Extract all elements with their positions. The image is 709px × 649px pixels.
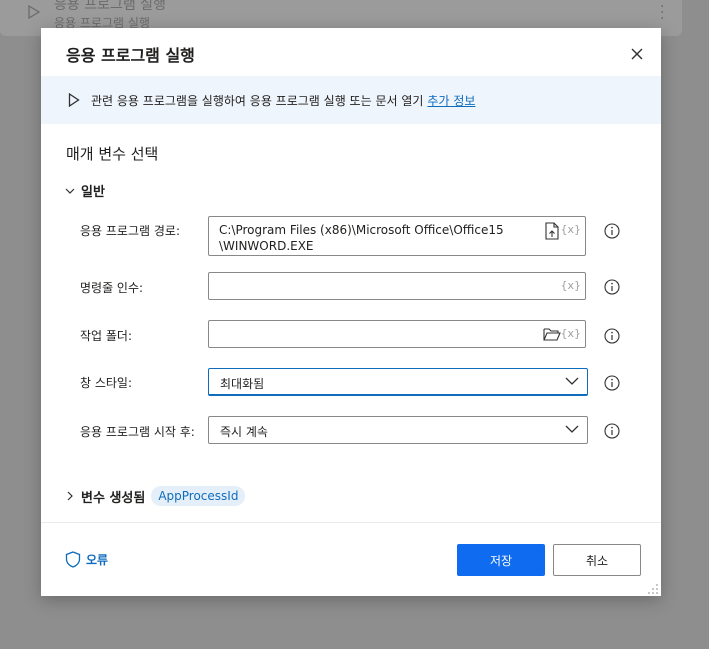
file-select-icon[interactable] [544,222,560,240]
more-info-link[interactable]: 추가 정보 [427,94,475,108]
background-card-title: 응용 프로그램 실행 [54,0,166,13]
chevron-right-icon [67,491,73,501]
chevron-down-icon [565,425,579,433]
group-label: 일반 [81,185,105,200]
variable-chip[interactable]: AppProcessId [151,486,246,506]
play-icon [68,93,80,107]
info-text: 관련 응용 프로그램을 실행하여 응용 프로그램 실행 또는 문서 열기 [91,94,424,108]
info-icon[interactable] [604,279,620,295]
section-title: 매개 변수 선택 [66,145,159,163]
app-path-value-line1: C:\Program Files (x86)\Microsoft Office\… [219,223,504,237]
chevron-down-icon [565,377,579,385]
shield-icon [65,551,81,568]
chevron-down-icon [65,188,75,194]
info-icon[interactable] [604,223,620,239]
info-bar: 관련 응용 프로그램을 실행하여 응용 프로그램 실행 또는 문서 열기 추가 정… [41,76,661,124]
play-icon [28,5,40,19]
cmd-args-field[interactable]: {x} [208,272,586,300]
run-application-dialog: 응용 프로그램 실행 관련 응용 프로그램을 실행하여 응용 프로그램 실행 또… [41,28,661,596]
app-path-field[interactable]: C:\Program Files (x86)\Microsoft Office\… [208,216,586,256]
footer-divider [41,522,661,523]
variables-produced-label: 변수 생성됨 [81,490,146,506]
cancel-button[interactable]: 취소 [553,544,641,576]
app-path-value: C:\Program Files (x86)\Microsoft Office\… [219,222,504,254]
info-icon[interactable] [604,375,620,391]
dialog-title: 응용 프로그램 실행 [66,46,195,65]
after-launch-label: 응용 프로그램 시작 후: [80,425,195,439]
info-icon[interactable] [604,423,620,439]
close-icon[interactable] [627,44,647,64]
variables-produced-toggle[interactable]: 변수 생성됨 AppProcessId [65,486,246,506]
variable-icon[interactable]: {x} [560,327,581,340]
window-style-label: 창 스타일: [80,376,133,390]
info-description: 관련 응용 프로그램을 실행하여 응용 프로그램 실행 또는 문서 열기 추가 정… [91,92,475,109]
work-folder-label: 작업 폴더: [80,329,133,343]
window-style-value: 최대화됨 [220,377,265,391]
more-options-icon: · · · [660,0,665,27]
after-launch-value: 즉시 계속 [220,425,268,439]
resize-grip-icon[interactable] [647,583,659,595]
group-general-toggle[interactable]: 일반 [65,181,105,200]
error-label: 오류 [86,553,109,567]
app-path-value-line2: \WINWORD.EXE [219,239,314,253]
folder-icon[interactable] [543,327,561,341]
app-path-label: 응용 프로그램 경로: [80,224,180,238]
save-button[interactable]: 저장 [457,544,545,576]
info-icon[interactable] [604,328,620,344]
variable-icon[interactable]: {x} [560,223,581,236]
variable-icon[interactable]: {x} [560,279,581,292]
after-launch-dropdown[interactable]: 즉시 계속 [208,416,588,444]
error-handling-button[interactable]: 오류 [65,551,108,568]
window-style-dropdown[interactable]: 최대화됨 [208,368,588,396]
cmd-args-label: 명령줄 인수: [80,281,144,295]
work-folder-field[interactable]: {x} [208,320,586,348]
